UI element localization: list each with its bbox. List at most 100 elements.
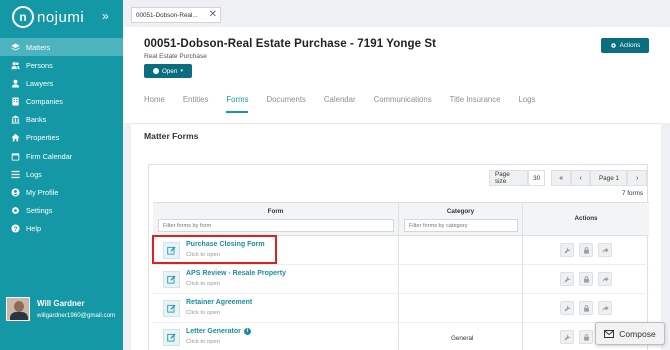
sidebar-item-logs[interactable]: Logs [0,165,123,183]
form-subtext: Click to open [186,339,221,345]
tab-calendar[interactable]: Calendar [324,95,356,113]
form-name-link[interactable]: APS Review - Resale Property [186,270,286,277]
tab-logs[interactable]: Logs [519,95,536,113]
wrench-icon[interactable] [560,301,574,315]
app-logo[interactable]: n nojumi [12,6,84,28]
matter-tab-label: 00051-Dobson-Real... [136,11,198,19]
form-cell: APS Review - Resale Property Click to ope… [153,265,399,293]
actions-cell [523,236,649,264]
share-icon[interactable] [598,301,612,315]
filter-form-input[interactable] [158,219,394,232]
prev-page-button[interactable]: ‹ [570,170,591,186]
user-name: Will Gardner [37,299,85,308]
bank-icon [10,115,20,125]
wrench-icon[interactable] [560,330,574,344]
share-icon[interactable] [598,243,612,257]
sidebar-item-label: Companies [26,97,63,107]
user-email: willgardner1960@gmail.com [37,312,116,319]
page-size-select[interactable]: 30 [527,170,546,186]
sidebar-item-label: Properties [26,133,60,143]
category-value: General [451,335,474,342]
sidebar-item-help[interactable]: ? Help [0,220,123,238]
tab-home[interactable]: Home [144,95,165,113]
form-name-link[interactable]: Retainer Agreement [186,299,252,306]
list-icon [10,169,20,179]
form-subtext: Click to open [186,310,221,316]
logo-mark: n [12,6,34,28]
next-page-button[interactable]: › [627,170,647,186]
collapse-sidebar-icon[interactable]: » [102,9,109,23]
sidebar-item-settings[interactable]: Settings [0,202,123,220]
sidebar-item-label: Logs [26,169,42,179]
form-column-header: Form [153,203,399,235]
help-icon: ? [10,224,20,234]
svg-text:?: ? [13,226,17,233]
sidebar-item-label: Banks [26,115,47,125]
lock-icon[interactable] [579,301,593,315]
building-icon [10,97,20,107]
tab-documents[interactable]: Documents [266,95,305,113]
sidebar-item-label: My Profile [26,188,59,197]
table-row[interactable]: APS Review - Resale Property Click to ope… [153,265,649,294]
table-row[interactable]: Letter Generator i Click to open General [153,323,649,350]
sidebar-item-persons[interactable]: Persons [0,56,123,74]
wrench-icon[interactable] [560,243,574,257]
calendar-icon [10,151,20,161]
lock-icon[interactable] [579,330,593,344]
forms-count: 7 forms [622,190,643,197]
first-page-button[interactable]: « [551,170,571,186]
actions-column-header: Actions [523,203,649,235]
grid-header: Form Category Actions [153,202,649,236]
page-size-label: Page size [489,170,528,186]
matter-tab[interactable]: 00051-Dobson-Real... ✕ [131,7,221,23]
compose-button[interactable]: Compose [595,322,665,345]
lock-icon[interactable] [579,272,593,286]
sidebar-item-matters[interactable]: Matters [0,38,123,56]
form-name: APS Review - Resale Property [186,270,286,277]
close-icon[interactable]: ✕ [209,9,217,20]
category-column-header: Category [399,203,523,235]
table-row[interactable]: Retainer Agreement Click to open [153,294,649,323]
avatar [6,297,30,321]
status-icon [153,68,160,74]
tab-forms[interactable]: Forms [226,95,249,113]
actions-cell [523,265,649,293]
edit-form-icon[interactable] [163,271,180,288]
page-subtitle: Real Estate Purchase [144,53,207,60]
wrench-icon[interactable] [560,272,574,286]
pagination: Page size 30 « ‹ Page 1 › [489,170,647,186]
sidebar-item-banks[interactable]: Banks [0,111,123,129]
sidebar-item-label: Firm Calendar [26,151,73,161]
category-cell: General [399,323,523,350]
form-cell: Retainer Agreement Click to open [153,294,399,322]
sidebar-item-my-profile[interactable]: My Profile [0,184,123,202]
highlight-box [152,235,277,264]
sidebar-nav: Matters Persons Lawyers Companies Banks Prope… [0,38,123,238]
actions-button[interactable]: Actions [601,38,649,53]
tab-entities[interactable]: Entities [183,95,209,113]
form-name-link[interactable]: Letter Generator i [186,328,251,335]
gear-icon [610,43,616,48]
open-button[interactable]: Open ▾ [144,64,192,78]
sidebar-item-firm-calendar[interactable]: Firm Calendar [0,147,123,165]
matter-tabs: Home Entities Forms Documents Calendar Commun… [144,95,553,113]
tab-title-insurance[interactable]: Title Insurance [450,95,501,113]
share-icon[interactable] [598,272,612,286]
filter-category-input[interactable] [404,219,518,232]
edit-form-icon[interactable] [163,329,180,346]
form-column-title: Form [267,208,284,215]
info-icon[interactable]: i [243,328,251,335]
sidebar-item-properties[interactable]: Properties [0,129,123,147]
sidebar-item-label: Matters [26,42,51,52]
sidebar: n nojumi » Matters Persons Lawyers Companie… [0,0,123,350]
sidebar-item-label: Help [26,224,42,234]
forms-grid: Form Category Actions Purchase Closing F… [153,202,649,350]
sidebar-item-label: Settings [26,206,53,216]
edit-form-icon[interactable] [163,300,180,317]
user-profile[interactable]: Will Gardner willgardner1960@gmail.com [6,297,115,321]
sidebar-item-lawyers[interactable]: Lawyers [0,74,123,92]
lock-icon[interactable] [579,243,593,257]
sidebar-item-companies[interactable]: Companies [0,93,123,111]
mail-icon [604,329,615,338]
tab-communications[interactable]: Communications [374,95,432,113]
